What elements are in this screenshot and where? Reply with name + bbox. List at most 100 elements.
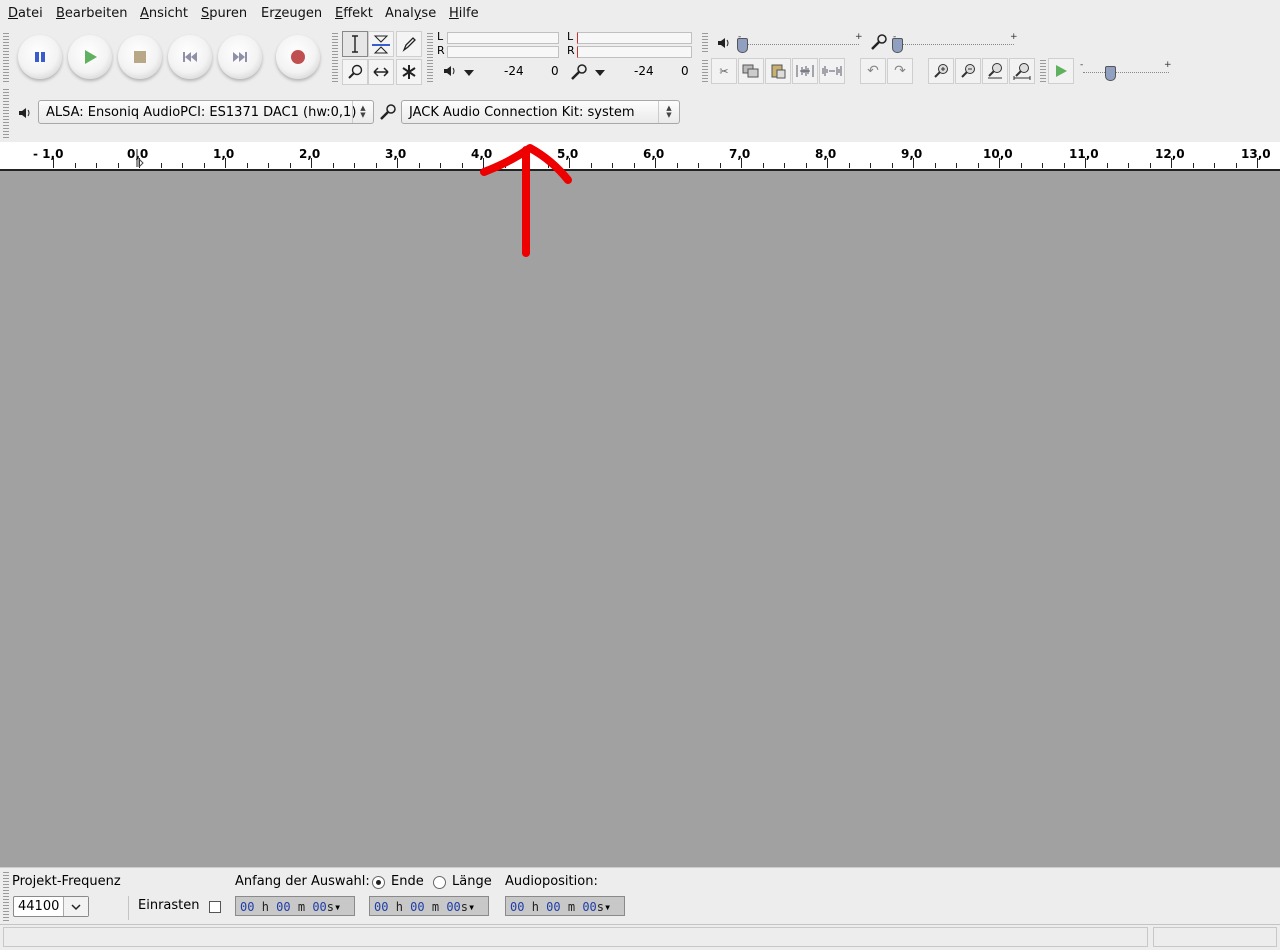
ruler-tick-minor xyxy=(1235,163,1237,168)
edit-toolbar-grip[interactable] xyxy=(702,59,708,83)
playback-meter-scale-b: 0 xyxy=(551,64,559,78)
output-device-spin-icon: ▲ ▼ xyxy=(352,101,373,123)
paste-button[interactable] xyxy=(765,58,791,84)
ruler-tick-minor xyxy=(719,163,721,168)
output-device-speaker-icon xyxy=(18,106,32,124)
ruler-tick-minor xyxy=(375,163,377,168)
zoom-out-button[interactable] xyxy=(955,58,981,84)
tools-toolbar-grip[interactable] xyxy=(332,32,338,82)
magnifier-icon xyxy=(348,64,363,79)
zoom-in-button[interactable] xyxy=(928,58,954,84)
transport-toolbar-grip[interactable] xyxy=(3,32,9,82)
track-panel[interactable] xyxy=(0,171,1280,867)
menu-datei[interactable]: Datei xyxy=(8,6,43,21)
menu-hilfe[interactable]: Hilfe xyxy=(449,6,479,21)
timeshift-tool-button[interactable] xyxy=(368,59,394,85)
toolbar-area: L R L R -24 0 -24 0 - + - + ✂ ↶ ↷ - + AL… xyxy=(0,29,1280,143)
device-toolbar-grip[interactable] xyxy=(3,88,9,138)
play-speed-plus: + xyxy=(1164,60,1172,70)
copy-button[interactable] xyxy=(738,58,764,84)
input-device-select[interactable]: JACK Audio Connection Kit: system ▲ ▼ xyxy=(401,100,680,124)
menu-spuren[interactable]: Spuren xyxy=(201,6,247,21)
silence-button[interactable] xyxy=(819,58,845,84)
play-speed-slider[interactable] xyxy=(1083,72,1169,75)
playback-meter-right[interactable] xyxy=(447,46,559,58)
playback-meter-right-label: R xyxy=(437,44,445,57)
envelope-tool-button[interactable] xyxy=(368,31,394,57)
ruler-tick-minor xyxy=(203,163,205,168)
project-rate-combo[interactable]: 44100 xyxy=(13,896,89,917)
silence-icon xyxy=(822,66,842,76)
playback-meter-dropdown-icon[interactable] xyxy=(463,67,475,82)
mixer-toolbar-grip[interactable] xyxy=(702,32,708,54)
play-at-speed-button[interactable] xyxy=(1048,58,1074,84)
ruler-tick-minor xyxy=(891,163,893,168)
copy-icon xyxy=(742,64,759,78)
ruler-tick-label: 11,0 xyxy=(1069,147,1099,161)
play-button[interactable] xyxy=(68,35,112,79)
trim-button[interactable] xyxy=(792,58,818,84)
menu-analyse[interactable]: Analyse xyxy=(385,6,436,21)
stop-button[interactable] xyxy=(118,35,162,79)
ruler-tick-minor xyxy=(1192,163,1194,168)
cut-button[interactable]: ✂ xyxy=(711,58,737,84)
selection-toolbar-grip[interactable] xyxy=(3,871,9,921)
selection-start-time[interactable]: 00 h 00 m 00s▾ xyxy=(235,896,355,916)
ruler-tick-minor xyxy=(977,163,979,168)
record-meter-right[interactable] xyxy=(577,46,692,58)
playback-volume-slider[interactable] xyxy=(741,44,859,47)
ruler-tick-minor xyxy=(96,163,97,168)
status-rate-area xyxy=(1153,927,1277,947)
pause-icon xyxy=(18,35,62,79)
menu-bearbeiten[interactable]: Bearbeiten xyxy=(56,6,127,21)
record-volume-thumb[interactable] xyxy=(892,38,903,53)
redo-button[interactable]: ↷ xyxy=(887,58,913,84)
menu-ansicht[interactable]: Ansicht xyxy=(140,6,188,21)
fit-selection-button[interactable] xyxy=(982,58,1008,84)
end-radio[interactable] xyxy=(372,876,385,889)
trim-icon xyxy=(796,65,814,77)
fit-project-button[interactable] xyxy=(1009,58,1035,84)
record-volume-slider[interactable] xyxy=(896,44,1014,47)
timeline-ruler[interactable]: - 1,0 0,0 1,0 2,0 3,0 4,0 5,0 6,0 7,0 8,0 9,0 10,0 1… xyxy=(0,142,1280,171)
time-format-dropdown-icon[interactable]: ▾ xyxy=(468,900,475,914)
play-speed-thumb[interactable] xyxy=(1105,66,1116,81)
skip-to-end-button[interactable] xyxy=(218,35,262,79)
playback-meter-left-label: L xyxy=(437,30,444,43)
record-meter-left[interactable] xyxy=(577,32,692,44)
audio-position-time[interactable]: 00 h 00 m 00s▾ xyxy=(505,896,625,916)
multi-tool-button[interactable] xyxy=(396,59,422,85)
selection-tool-button[interactable] xyxy=(342,31,368,57)
playback-volume-plus: + xyxy=(855,32,863,42)
time-format-dropdown-icon[interactable]: ▾ xyxy=(334,900,341,914)
project-rate-dropdown-icon[interactable] xyxy=(63,897,88,916)
menu-erzeugen[interactable]: Erzeugen xyxy=(261,6,322,21)
pencil-icon xyxy=(402,37,416,52)
play-at-speed-icon xyxy=(1056,65,1067,77)
undo-button[interactable]: ↶ xyxy=(860,58,886,84)
zoom-tool-button[interactable] xyxy=(342,59,368,85)
pause-button[interactable] xyxy=(18,35,62,79)
ruler-tick-minor xyxy=(1214,163,1215,168)
length-radio[interactable] xyxy=(433,876,446,889)
time-format-dropdown-icon[interactable]: ▾ xyxy=(604,900,611,914)
record-meter-dropdown-icon[interactable] xyxy=(594,67,606,82)
play-at-speed-toolbar-grip[interactable] xyxy=(1040,59,1046,83)
status-message-area xyxy=(3,927,1148,947)
meter-toolbar-grip[interactable] xyxy=(427,32,433,82)
record-button[interactable] xyxy=(276,35,320,79)
menu-effekt[interactable]: Effekt xyxy=(335,6,373,21)
ruler-tick-label: 9,0 xyxy=(901,147,923,161)
ruler-tick-label: 2,0 xyxy=(299,147,321,161)
snap-checkbox[interactable] xyxy=(209,901,221,913)
ruler-tick-minor xyxy=(633,163,635,168)
record-meter-right-label: R xyxy=(567,44,575,57)
play-head-icon[interactable] xyxy=(136,149,144,171)
draw-tool-button[interactable] xyxy=(396,31,422,57)
playback-volume-thumb[interactable] xyxy=(737,38,748,53)
output-device-select[interactable]: ALSA: Ensoniq AudioPCI: ES1371 DAC1 (hw:… xyxy=(38,100,374,124)
playback-meter-left[interactable] xyxy=(447,32,559,44)
skip-to-start-button[interactable] xyxy=(168,35,212,79)
selection-end-time[interactable]: 00 h 00 m 00s▾ xyxy=(369,896,489,916)
ruler-tick-minor xyxy=(590,163,592,168)
